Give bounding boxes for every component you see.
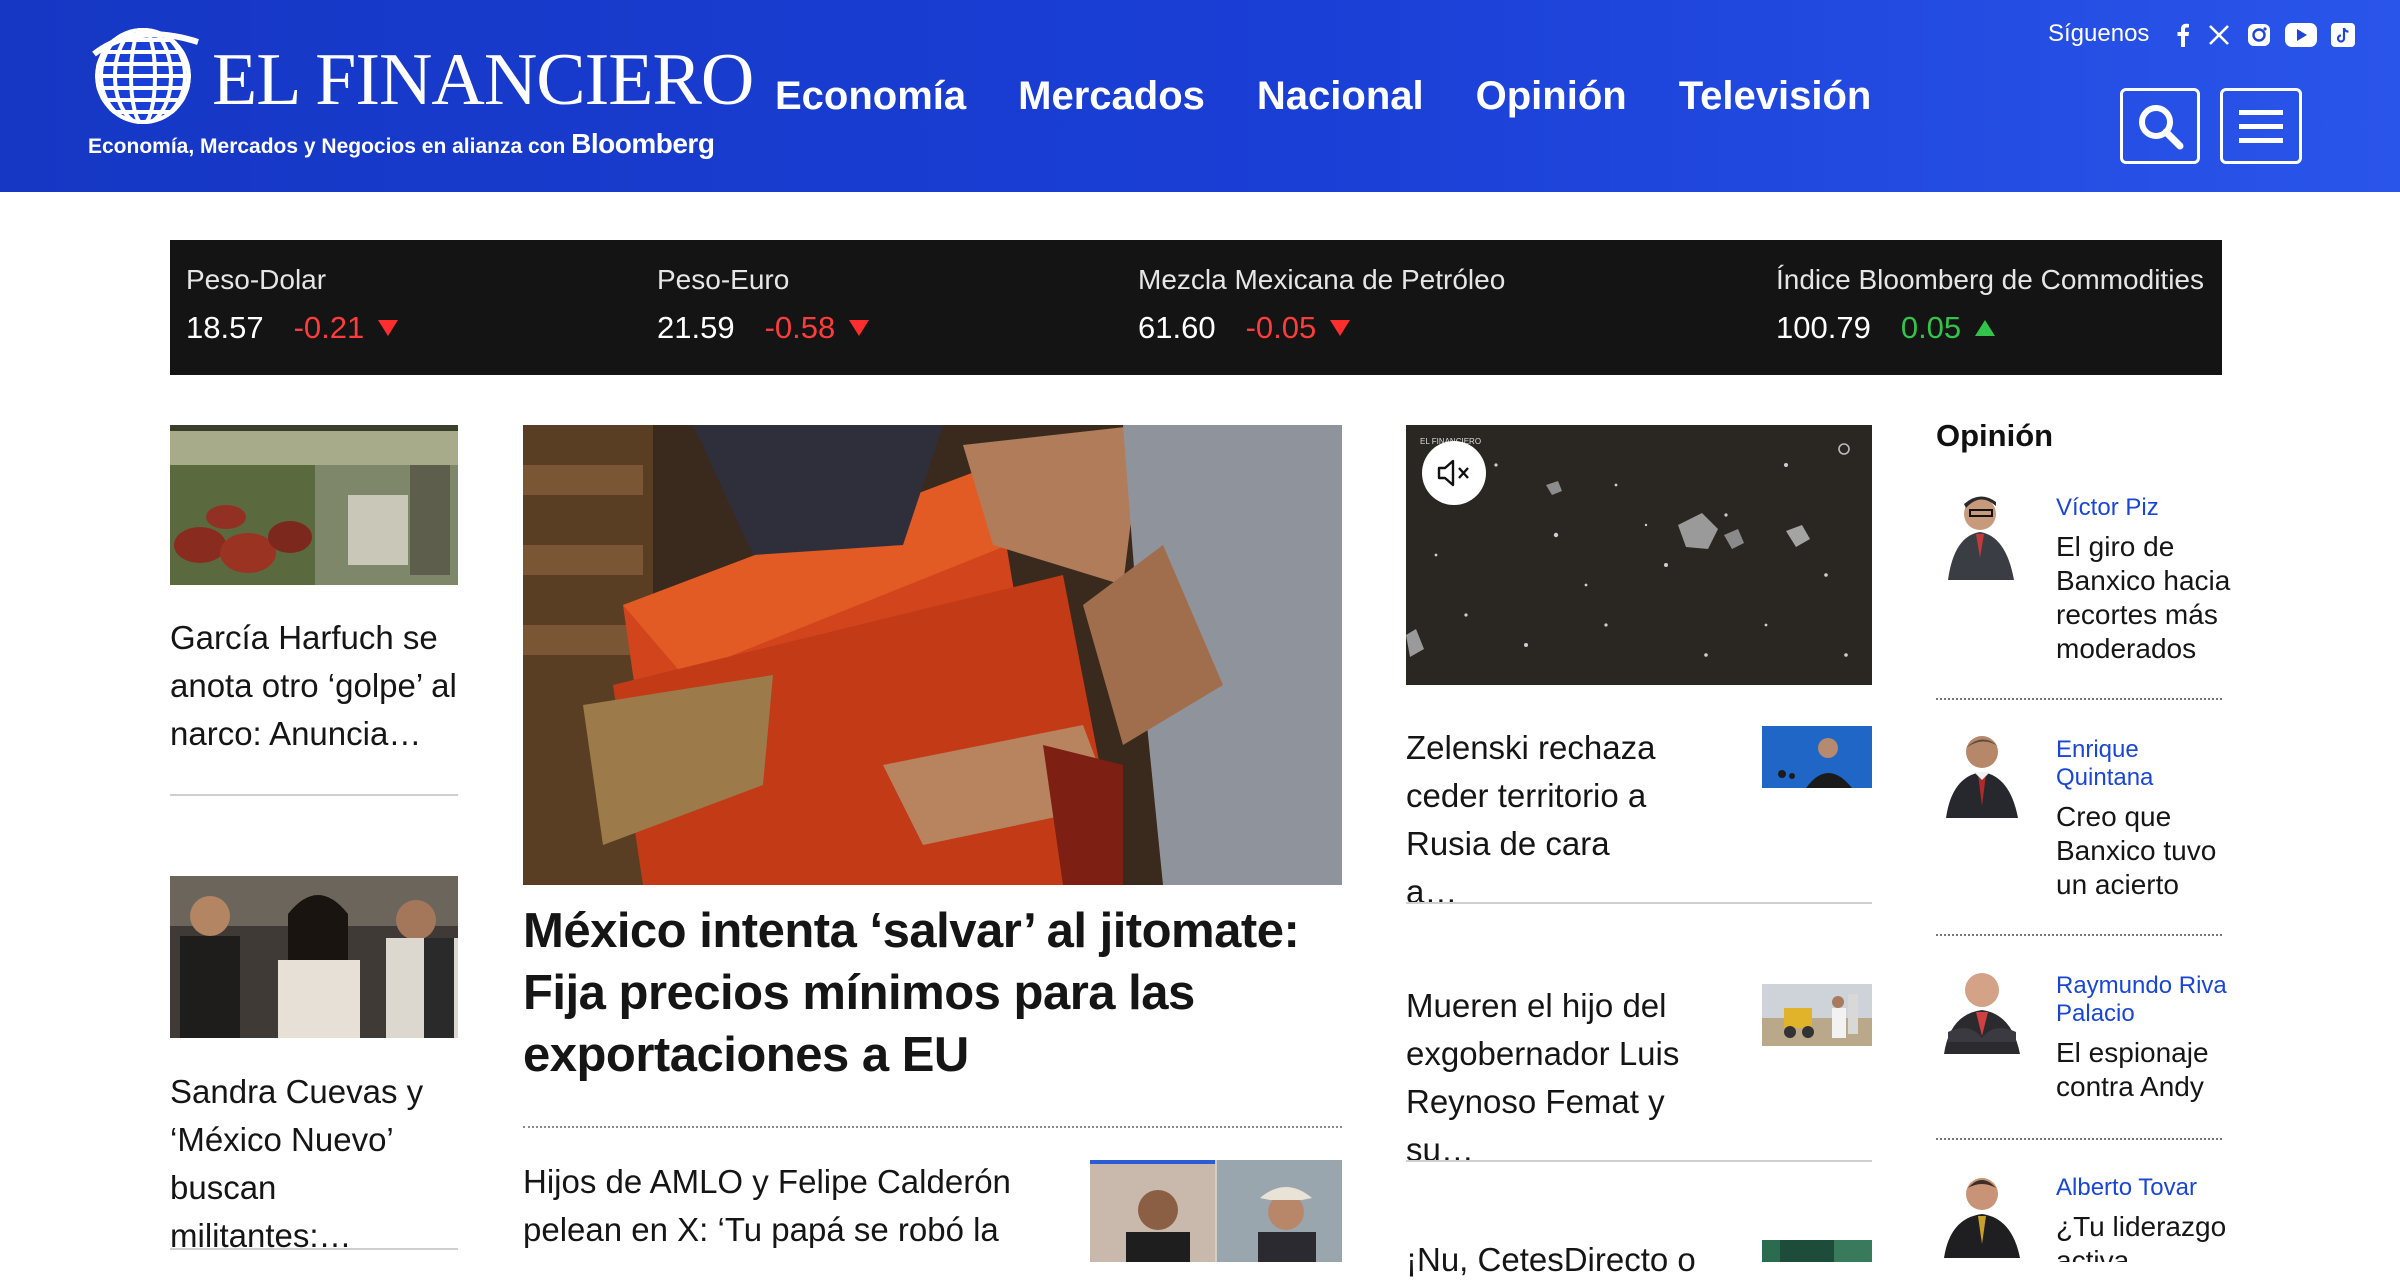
globe-logo-icon [92, 28, 199, 124]
menu-button[interactable] [2220, 88, 2302, 164]
ticker-change: 0.05 [1900, 310, 1962, 345]
site-header: EL FINANCIERO Economía, Mercados y Negoc… [0, 0, 2400, 192]
ticker-item[interactable]: Mezcla Mexicana de Petróleo 61.60 -0.05 [1138, 260, 1505, 348]
divider [170, 794, 458, 796]
article-headline[interactable]: Hijos de AMLO y Felipe Calderón pelean e… [523, 1158, 1043, 1254]
down-arrow-icon [1330, 320, 1351, 336]
hamburger-menu-icon [2239, 110, 2283, 143]
nav-nacional[interactable]: Nacional [1257, 66, 1424, 126]
opinion-headline[interactable]: El espionaje contra Andy [2056, 1036, 2232, 1104]
article-image[interactable] [170, 425, 458, 585]
author-photo[interactable] [1940, 1166, 2024, 1258]
article-headline[interactable]: ¡Nu, CetesDirecto o [1406, 1236, 1736, 1284]
article-headline[interactable]: Mueren el hijo del exgobernador Luis Rey… [1406, 982, 1736, 1174]
video-player[interactable]: EL FINANCIERO [1406, 425, 1872, 685]
divider [1406, 902, 1872, 904]
divider [1936, 698, 2222, 700]
article-image[interactable] [1762, 984, 1872, 1046]
divider [1936, 1138, 2222, 1140]
ticker-label: Índice Bloomberg de Commodities [1776, 264, 2204, 295]
opinion-item[interactable]: Enrique Quintana Creo que Banxico tuvo u… [2056, 736, 2232, 902]
opinion-headline[interactable]: El giro de Banxico hacia recortes más mo… [2056, 530, 2232, 666]
opinion-author[interactable]: Víctor Piz [2056, 494, 2232, 522]
opinion-author[interactable]: Raymundo Riva Palacio [2056, 972, 2232, 1028]
main-nav: Economía Mercados Nacional Opinión Telev… [775, 66, 1923, 126]
site-logo[interactable]: EL FINANCIERO Economía, Mercados y Negoc… [0, 0, 754, 170]
tagline-text: Economía, Mercados y Negocios en alianza… [88, 135, 566, 158]
ticker-item[interactable]: Peso-Euro 21.59 -0.58 [657, 260, 870, 348]
opinion-item[interactable]: Alberto Tovar ¿Tu liderazgo activa [2056, 1174, 2232, 1262]
article-image[interactable] [1762, 726, 1872, 788]
divider [1936, 934, 2222, 936]
nav-opinion[interactable]: Opinión [1476, 66, 1627, 126]
market-ticker: Peso-Dolar 18.57 -0.21 Peso-Euro 21.59 -… [170, 240, 2222, 375]
ticker-value: 100.79 [1776, 310, 1871, 345]
ticker-label: Peso-Euro [657, 264, 790, 295]
opinion-author[interactable]: Enrique Quintana [2056, 736, 2232, 792]
facebook-icon[interactable] [2170, 22, 2196, 48]
main-article-image[interactable] [523, 425, 1342, 885]
article-headline[interactable]: García Harfuch se anota otro ‘golpe’ al … [170, 614, 460, 758]
opinion-headline[interactable]: ¿Tu liderazgo activa [2056, 1210, 2232, 1262]
opinion-headline[interactable]: Creo que Banxico tuvo un acierto [2056, 800, 2232, 902]
ticker-value: 61.60 [1138, 310, 1216, 345]
tagline-brand: Bloomberg [571, 128, 715, 159]
instagram-icon[interactable] [2246, 22, 2272, 48]
author-photo[interactable] [1940, 962, 2024, 1054]
article-headline[interactable]: Sandra Cuevas y ‘México Nuevo’ buscan mi… [170, 1068, 460, 1260]
mute-button[interactable] [1422, 441, 1486, 505]
opinion-item[interactable]: Raymundo Riva Palacio El espionaje contr… [2056, 972, 2232, 1104]
author-photo[interactable] [1940, 726, 2024, 818]
article-image[interactable] [1090, 1160, 1342, 1262]
divider [170, 1248, 458, 1250]
follow-label: Síguenos [2048, 20, 2150, 47]
ticker-value: 18.57 [186, 310, 264, 345]
main-headline[interactable]: México intenta ‘salvar’ al jitomate: Fij… [523, 900, 1343, 1086]
social-bar: Síguenos [2000, 14, 2400, 54]
ticker-change: -0.21 [293, 310, 365, 345]
opinion-section-title[interactable]: Opinión [1936, 414, 2053, 458]
tiktok-icon[interactable] [2330, 22, 2356, 48]
youtube-icon[interactable] [2284, 22, 2318, 48]
ticker-item[interactable]: Índice Bloomberg de Commodities 100.79 0… [1776, 260, 2204, 348]
nav-economia[interactable]: Economía [775, 66, 966, 126]
opinion-item[interactable]: Víctor Piz El giro de Banxico hacia reco… [2056, 494, 2232, 666]
down-arrow-icon [849, 320, 870, 336]
ticker-value: 21.59 [657, 310, 735, 345]
mute-icon [1437, 459, 1469, 487]
nav-mercados[interactable]: Mercados [1018, 66, 1205, 126]
ticker-change: -0.05 [1245, 310, 1317, 345]
divider [523, 1126, 1342, 1128]
divider [1406, 1160, 1872, 1162]
article-headline[interactable]: Zelenski rechaza ceder territorio a Rusi… [1406, 724, 1666, 916]
x-icon[interactable] [2206, 22, 2232, 48]
author-photo[interactable] [1940, 488, 2024, 580]
nav-television[interactable]: Televisión [1679, 66, 1872, 126]
article-image[interactable] [170, 876, 458, 1038]
article-image[interactable] [1762, 1240, 1872, 1262]
search-icon [2139, 105, 2184, 150]
opinion-author[interactable]: Alberto Tovar [2056, 1174, 2232, 1202]
ticker-label: Peso-Dolar [186, 264, 327, 295]
ticker-label: Mezcla Mexicana de Petróleo [1138, 264, 1506, 295]
logo-wordmark: EL FINANCIERO [212, 39, 754, 121]
ticker-change: -0.58 [764, 310, 836, 345]
logo-tagline: Economía, Mercados y Negocios en alianza… [88, 128, 715, 161]
search-button[interactable] [2120, 88, 2200, 164]
down-arrow-icon [378, 320, 399, 336]
up-arrow-icon [1975, 320, 1996, 336]
ticker-item[interactable]: Peso-Dolar 18.57 -0.21 [186, 260, 399, 348]
